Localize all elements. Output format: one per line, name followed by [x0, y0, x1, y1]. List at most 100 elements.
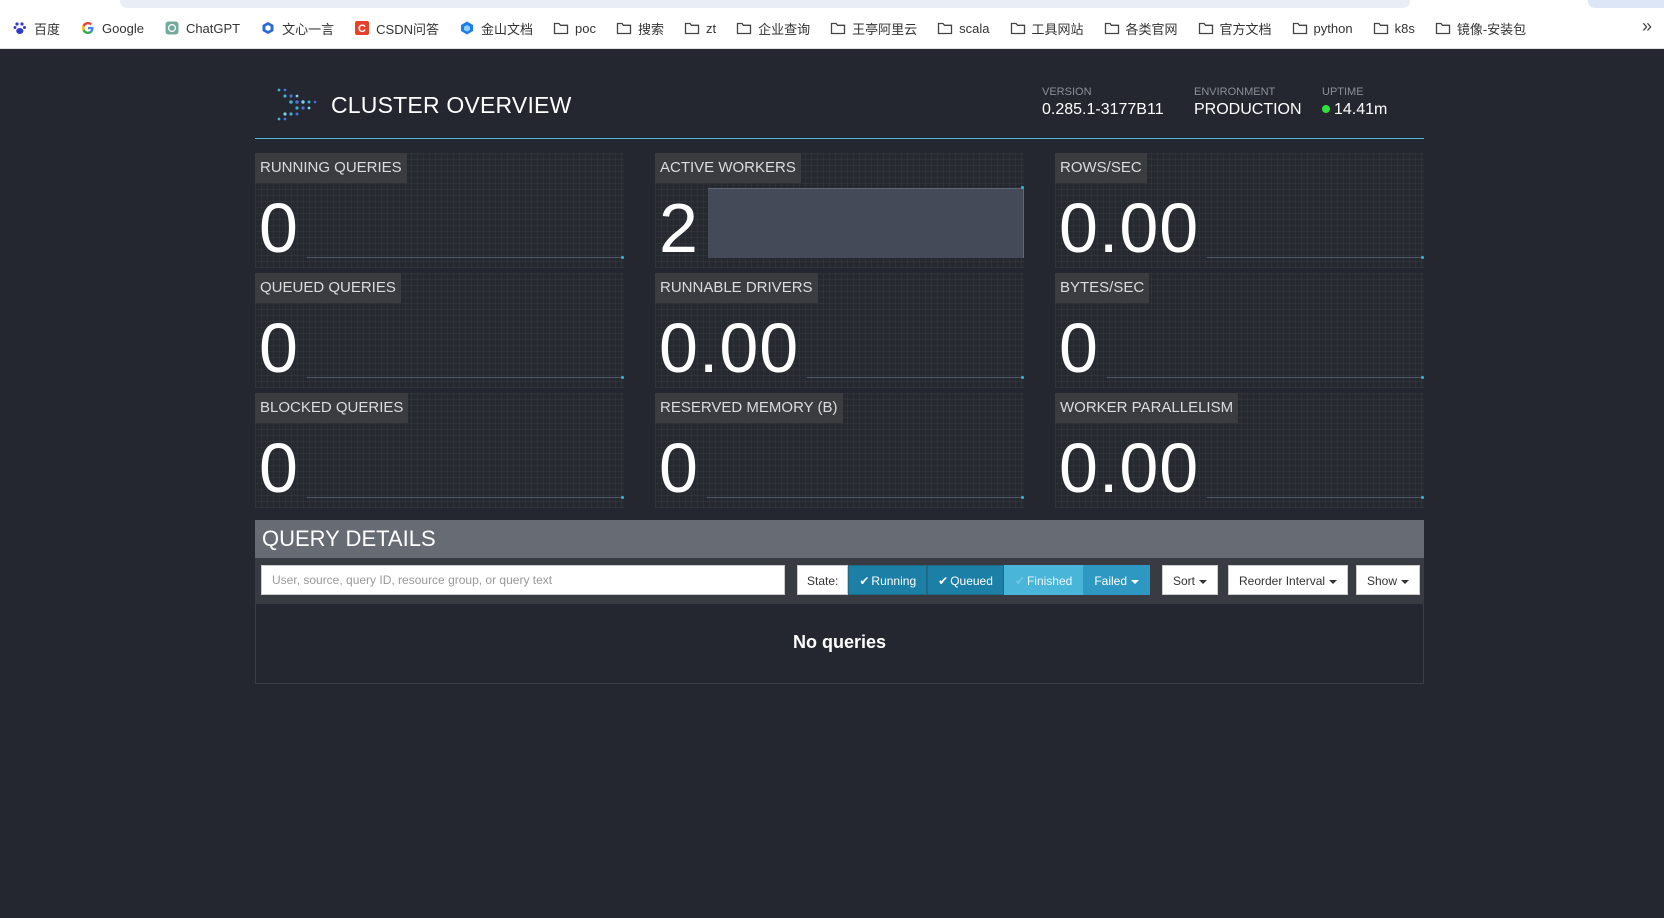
sparkline [307, 257, 622, 258]
bookmark-label: k8s [1394, 20, 1415, 36]
bookmark-folder-python[interactable]: python [1292, 17, 1353, 39]
csdn-icon: C [354, 20, 370, 36]
bookmarks-bar: 百度 Google ChatGPT 文心一言 C CSDN问答 金山文档 poc… [0, 0, 1664, 49]
bookmark-folder-zt[interactable]: zt [684, 17, 716, 39]
bookmark-label: poc [575, 20, 596, 36]
show-label: Show [1367, 574, 1398, 588]
bookmarks-overflow-button[interactable]: » [1642, 16, 1652, 37]
tile-label: RESERVED MEMORY (B) [655, 393, 843, 423]
sparkline [307, 497, 622, 498]
tile-value: 2 [659, 189, 699, 267]
check-icon: ✔ [859, 574, 870, 588]
wenxin-icon [260, 20, 276, 36]
sparkline [307, 377, 622, 378]
folder-icon [684, 20, 700, 36]
state-running-toggle[interactable]: ✔ Running [848, 565, 928, 595]
bookmark-label: Google [102, 20, 144, 36]
bookmark-folder-poc[interactable]: poc [553, 17, 596, 39]
tile-label: ACTIVE WORKERS [655, 153, 801, 183]
bookmark-label: scala [959, 20, 990, 36]
bookmark-folder-scala[interactable]: scala [937, 17, 990, 39]
uptime-status-icon [1322, 104, 1330, 113]
uptime-label: UPTIME [1322, 86, 1364, 98]
sparkline [1207, 257, 1422, 258]
sparkline [1107, 377, 1422, 378]
tile-value: 0.00 [1059, 189, 1200, 267]
show-dropdown-button[interactable]: Show [1356, 565, 1421, 595]
bookmark-chatgpt[interactable]: ChatGPT [164, 17, 240, 39]
version-block: VERSION 0.285.1-3177B11 [1042, 86, 1164, 119]
environment-value: PRODUCTION [1194, 101, 1302, 118]
tile-bytes-per-sec: BYTES/SEC 0 [1055, 273, 1424, 388]
environment-label: ENVIRONMENT [1194, 86, 1276, 98]
query-search-input[interactable] [261, 565, 785, 595]
bookmark-folder-images[interactable]: 镜像-安装包 [1435, 17, 1526, 39]
sparkline-endpoint [621, 376, 624, 379]
reorder-interval-label: Reorder Interval [1239, 574, 1326, 588]
sparkline-endpoint [1021, 376, 1024, 379]
sparkline-endpoint [621, 496, 624, 499]
tile-rows-per-sec: ROWS/SEC 0.00 [1055, 153, 1424, 268]
sparkline-endpoint [1421, 496, 1424, 499]
presto-logo-icon [275, 86, 317, 122]
tile-value: 0 [259, 429, 299, 507]
folder-icon [1292, 20, 1308, 36]
uptime-value: 14.41m [1334, 101, 1388, 118]
check-icon: ✔ [938, 574, 949, 588]
state-filter-group: State: ✔ Running ✔ Queued ✔ Finished Failed [797, 565, 1150, 595]
state-failed-dropdown[interactable]: Failed [1083, 565, 1150, 595]
sparkline [707, 497, 1022, 498]
sparkline [1207, 497, 1422, 498]
bookmark-folder-official-sites[interactable]: 各类官网 [1104, 17, 1178, 39]
state-finished-toggle[interactable]: ✔ Finished [1003, 565, 1084, 595]
sparkline-endpoint [621, 256, 624, 259]
bookmark-folder-aliyun[interactable]: 王亭阿里云 [830, 17, 917, 39]
bookmark-label: ChatGPT [185, 20, 241, 36]
bookmark-label: zt [705, 20, 717, 36]
sort-dropdown-button[interactable]: Sort [1162, 565, 1219, 595]
check-icon: ✔ [1014, 574, 1025, 588]
bookmark-folder-enterprise[interactable]: 企业查询 [736, 17, 810, 39]
query-list: No queries [255, 604, 1424, 684]
state-queued-toggle[interactable]: ✔ Queued [927, 565, 1004, 595]
tile-reserved-memory: RESERVED MEMORY (B) 0 [655, 393, 1024, 508]
bookmark-folder-k8s[interactable]: k8s [1373, 17, 1415, 39]
bookmark-folder-docs[interactable]: 官方文档 [1198, 17, 1272, 39]
folder-icon [553, 20, 569, 36]
state-finished-label: Finished [1026, 574, 1073, 588]
tile-runnable-drivers: RUNNABLE DRIVERS 0.00 [655, 273, 1024, 388]
bookmark-label: 金山文档 [480, 21, 533, 37]
page-title: CLUSTER OVERVIEW [331, 92, 572, 118]
address-bar-edge [120, 0, 1410, 8]
version-label: VERSION [1042, 86, 1092, 98]
reorder-interval-dropdown-button[interactable]: Reorder Interval [1228, 565, 1349, 595]
tile-label: QUEUED QUERIES [255, 273, 401, 303]
sparkline [807, 377, 1022, 378]
bookmark-label: python [1313, 20, 1353, 36]
bookmark-folder-search[interactable]: 搜索 [616, 17, 664, 39]
bookmark-baidu[interactable]: 百度 [12, 17, 60, 39]
tile-value: 0 [259, 189, 299, 267]
environment-block: ENVIRONMENT PRODUCTION [1194, 86, 1302, 119]
query-details-title: QUERY DETAILS [262, 526, 436, 551]
header-divider [255, 138, 1424, 139]
bookmark-folder-tools[interactable]: 工具网站 [1010, 17, 1084, 39]
bookmark-wenxin[interactable]: 文心一言 [260, 17, 334, 39]
folder-icon [1198, 20, 1214, 36]
svg-text:C: C [358, 23, 366, 35]
sparkline-endpoint [1421, 376, 1424, 379]
state-running-label: Running [871, 574, 917, 588]
query-details-header: QUERY DETAILS [255, 520, 1424, 558]
bookmark-label: 百度 [34, 21, 61, 37]
bookmark-label: 镜像-安装包 [1456, 21, 1527, 37]
bookmark-label: 工具网站 [1031, 21, 1084, 37]
sparkline-endpoint [1421, 256, 1424, 259]
folder-icon [1104, 20, 1120, 36]
kdocs-icon [459, 20, 475, 36]
folder-icon [616, 20, 632, 36]
bookmarks-list: 百度 Google ChatGPT 文心一言 C CSDN问答 金山文档 poc… [12, 17, 1546, 39]
bookmark-kdocs[interactable]: 金山文档 [459, 17, 533, 39]
bookmark-csdn[interactable]: C CSDN问答 [354, 17, 439, 39]
bookmark-google[interactable]: Google [80, 17, 144, 39]
folder-icon [1373, 20, 1389, 36]
